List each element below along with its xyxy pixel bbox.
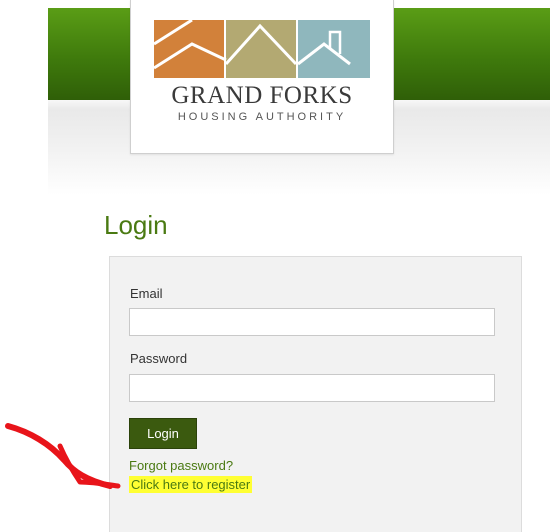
logo-subtitle: HOUSING AUTHORITY: [177, 111, 347, 123]
register-link[interactable]: Click here to register: [129, 476, 253, 493]
page-title: Login: [104, 210, 168, 240]
logo-houses-icon: [154, 20, 370, 78]
red-arrow-icon: [5, 423, 121, 489]
password-label: Password: [130, 351, 188, 366]
register-link-label: Click here to register: [129, 476, 253, 493]
login-button[interactable]: Login: [129, 418, 197, 449]
email-field[interactable]: [129, 308, 495, 336]
forgot-password-link[interactable]: Forgot password?: [129, 458, 233, 473]
logo-name: GRAND FORKS: [171, 82, 353, 109]
password-field[interactable]: [129, 374, 495, 402]
email-label: Email: [130, 286, 163, 301]
logo[interactable]: GRAND FORKS HOUSING AUTHORITY: [130, 0, 394, 154]
login-form-panel: Email Password Login Forgot password? Cl…: [109, 256, 522, 532]
